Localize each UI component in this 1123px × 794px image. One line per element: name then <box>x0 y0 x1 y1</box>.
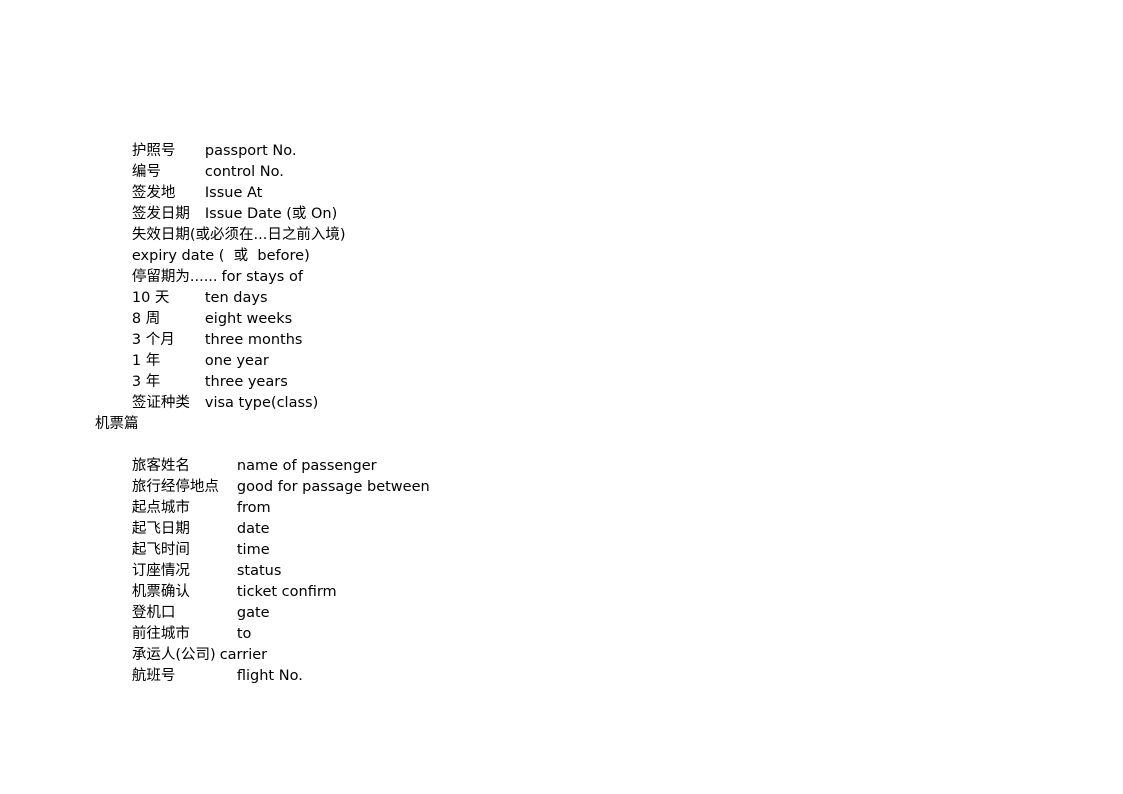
term-english: carrier <box>219 647 268 663</box>
term-chinese: 航班号 <box>131 668 176 684</box>
term-english: ten days <box>204 290 268 306</box>
term-chinese: 机票确认 <box>131 584 190 600</box>
term-english: passport No. <box>204 143 297 159</box>
term-english: time <box>236 542 270 558</box>
term-row: 护照号 passport No. <box>95 120 995 159</box>
term-english: visa type(class) <box>204 395 319 411</box>
term-chinese: 前往城市 <box>131 626 190 642</box>
term-english: good for passage between <box>236 479 430 495</box>
term-chinese: 签证种类 <box>131 395 190 411</box>
document-page: 护照号 passport No. 编号 control No. 签发地 Issue A… <box>0 0 1123 794</box>
term-english: one year <box>204 353 269 369</box>
term-english: gate <box>236 605 270 621</box>
term-english: from <box>236 500 271 516</box>
section-visa-terms: 护照号 passport No. 编号 control No. 签发地 Issue A… <box>95 120 995 411</box>
term-english: status <box>236 563 282 579</box>
term-english: date <box>236 521 270 537</box>
term-chinese: 3 个月 <box>131 332 175 348</box>
term-chinese: 起飞时间 <box>131 542 190 558</box>
term-chinese: 3 年 <box>131 374 161 390</box>
term-chinese: 护照号 <box>131 143 176 159</box>
term-chinese: 10 天 <box>131 290 170 306</box>
document-text-body: 护照号 passport No. 编号 control No. 签发地 Issue A… <box>95 120 995 684</box>
term-english: to <box>236 626 252 642</box>
term-chinese: 失效日期(或必须在...日之前入境) <box>131 227 346 243</box>
term-english: control No. <box>204 164 284 180</box>
term-chinese: 停留期为...... <box>131 269 218 285</box>
term-chinese: 订座情况 <box>131 563 190 579</box>
term-english: three months <box>204 332 303 348</box>
term-english: flight No. <box>236 668 303 684</box>
term-row: 旅客姓名 name of passenger <box>95 435 995 474</box>
term-english: Issue Date (或 On) <box>204 206 338 222</box>
term-chinese: 旅行经停地点 <box>131 479 219 495</box>
term-english: three years <box>204 374 288 390</box>
term-english: name of passenger <box>236 458 377 474</box>
term-chinese: 起飞日期 <box>131 521 190 537</box>
term-english: Issue At <box>204 185 263 201</box>
term-chinese: 签发地 <box>131 185 176 201</box>
term-chinese: 8 周 <box>131 311 161 327</box>
term-chinese: 编号 <box>131 164 161 180</box>
term-chinese: 1 年 <box>131 353 161 369</box>
term-chinese: 签发日期 <box>131 206 190 222</box>
term-english: ticket confirm <box>236 584 337 600</box>
term-chinese: 旅客姓名 <box>131 458 190 474</box>
section-ticket-terms: 机票篇 旅客姓名 name of passenger 旅行经停地点 good for… <box>95 414 995 684</box>
term-english: for stays of <box>221 269 303 285</box>
term-chinese: 起点城市 <box>131 500 190 516</box>
term-chinese: 承运人(公司) <box>131 647 216 663</box>
term-chinese: 登机口 <box>131 605 176 621</box>
term-english: expiry date ( 或 before) <box>131 248 310 264</box>
term-english: eight weeks <box>204 311 293 327</box>
section-heading-ticket: 机票篇 <box>95 416 139 432</box>
